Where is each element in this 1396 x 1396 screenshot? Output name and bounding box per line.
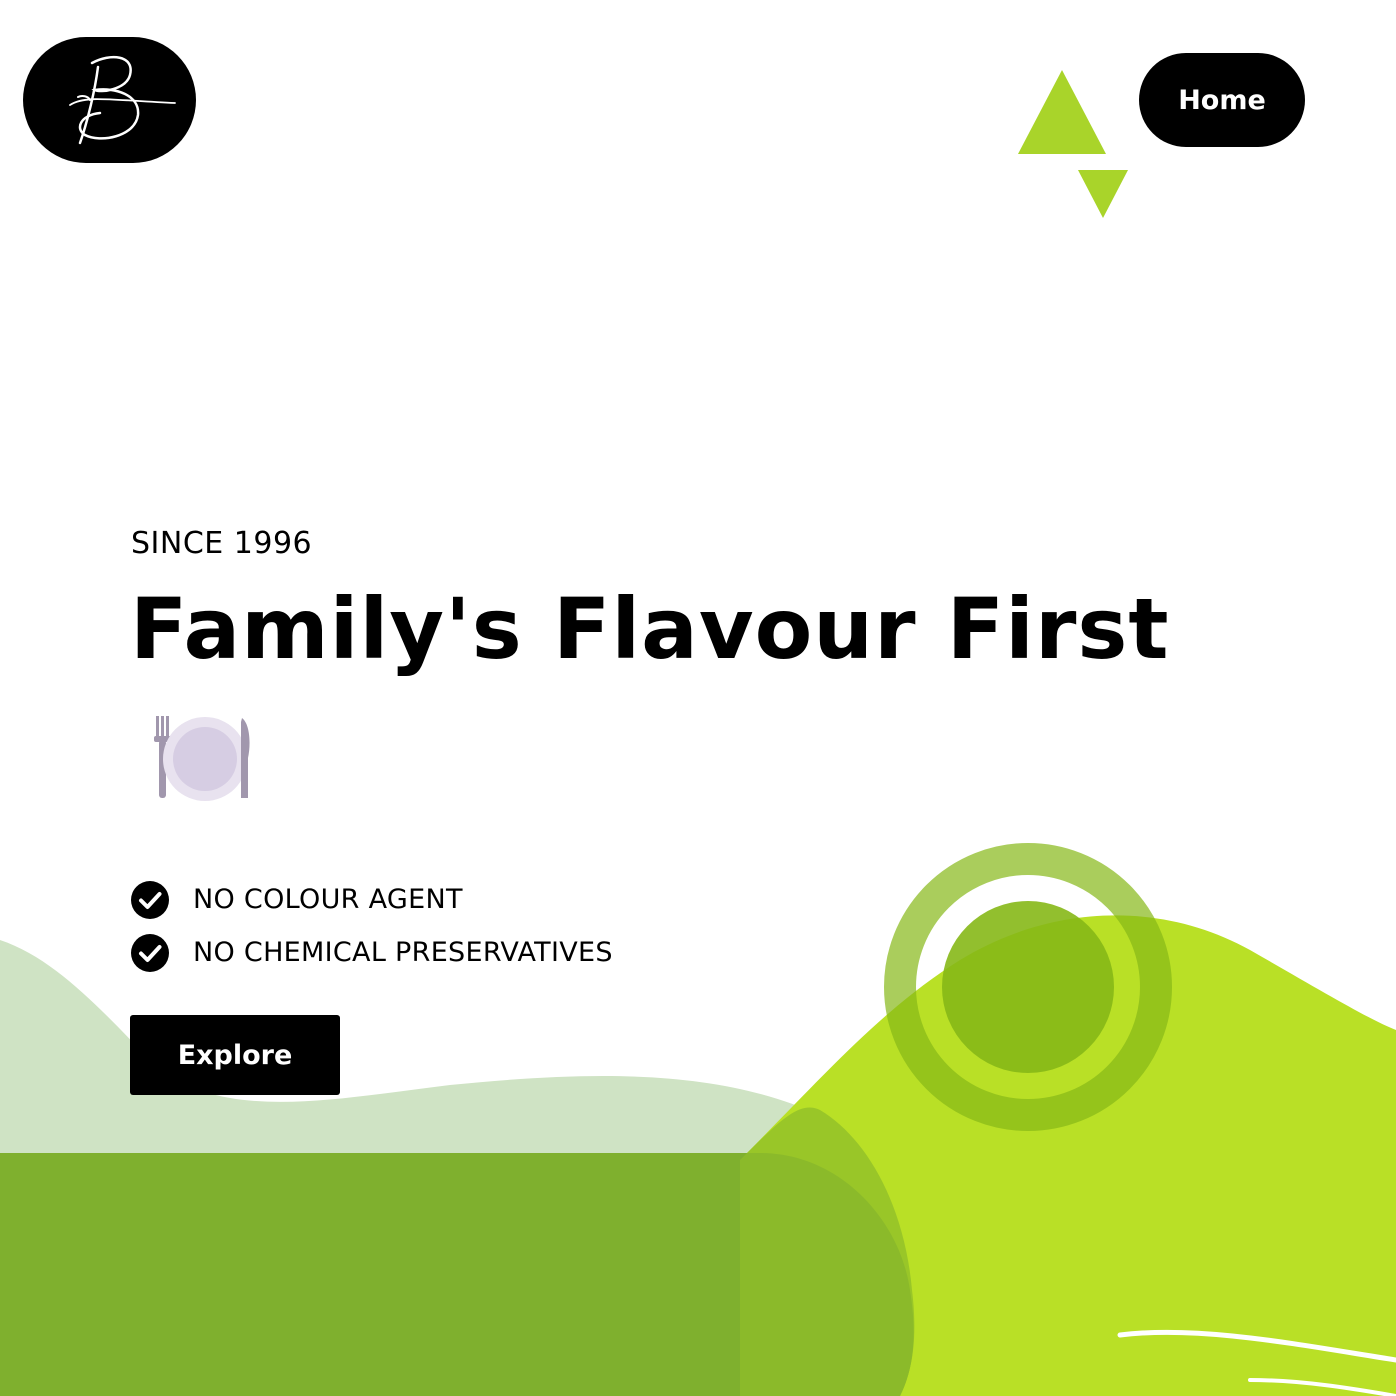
brand-logo[interactable] <box>23 37 196 163</box>
hero-title: Family's Flavour First <box>130 580 1170 678</box>
signature-b-logo-icon <box>68 55 176 145</box>
plate-fork-knife-icon <box>154 716 250 801</box>
feature-label: NO CHEMICAL PRESERVATIVES <box>193 937 613 968</box>
green-triangles-icon <box>1018 70 1128 218</box>
check-circle-icon <box>131 880 169 919</box>
feature-item: NO CHEMICAL PRESERVATIVES <box>131 926 613 979</box>
feature-item: NO COLOUR AGENT <box>131 873 613 926</box>
check-circle-icon <box>131 933 169 972</box>
explore-button[interactable]: Explore <box>130 1015 340 1095</box>
feature-list: NO COLOUR AGENT NO CHEMICAL PRESERVATIVE… <box>131 873 613 979</box>
home-nav-button[interactable]: Home <box>1139 53 1305 147</box>
background-waves <box>0 843 1396 1396</box>
since-eyebrow: SINCE 1996 <box>131 526 313 561</box>
feature-label: NO COLOUR AGENT <box>193 884 463 915</box>
